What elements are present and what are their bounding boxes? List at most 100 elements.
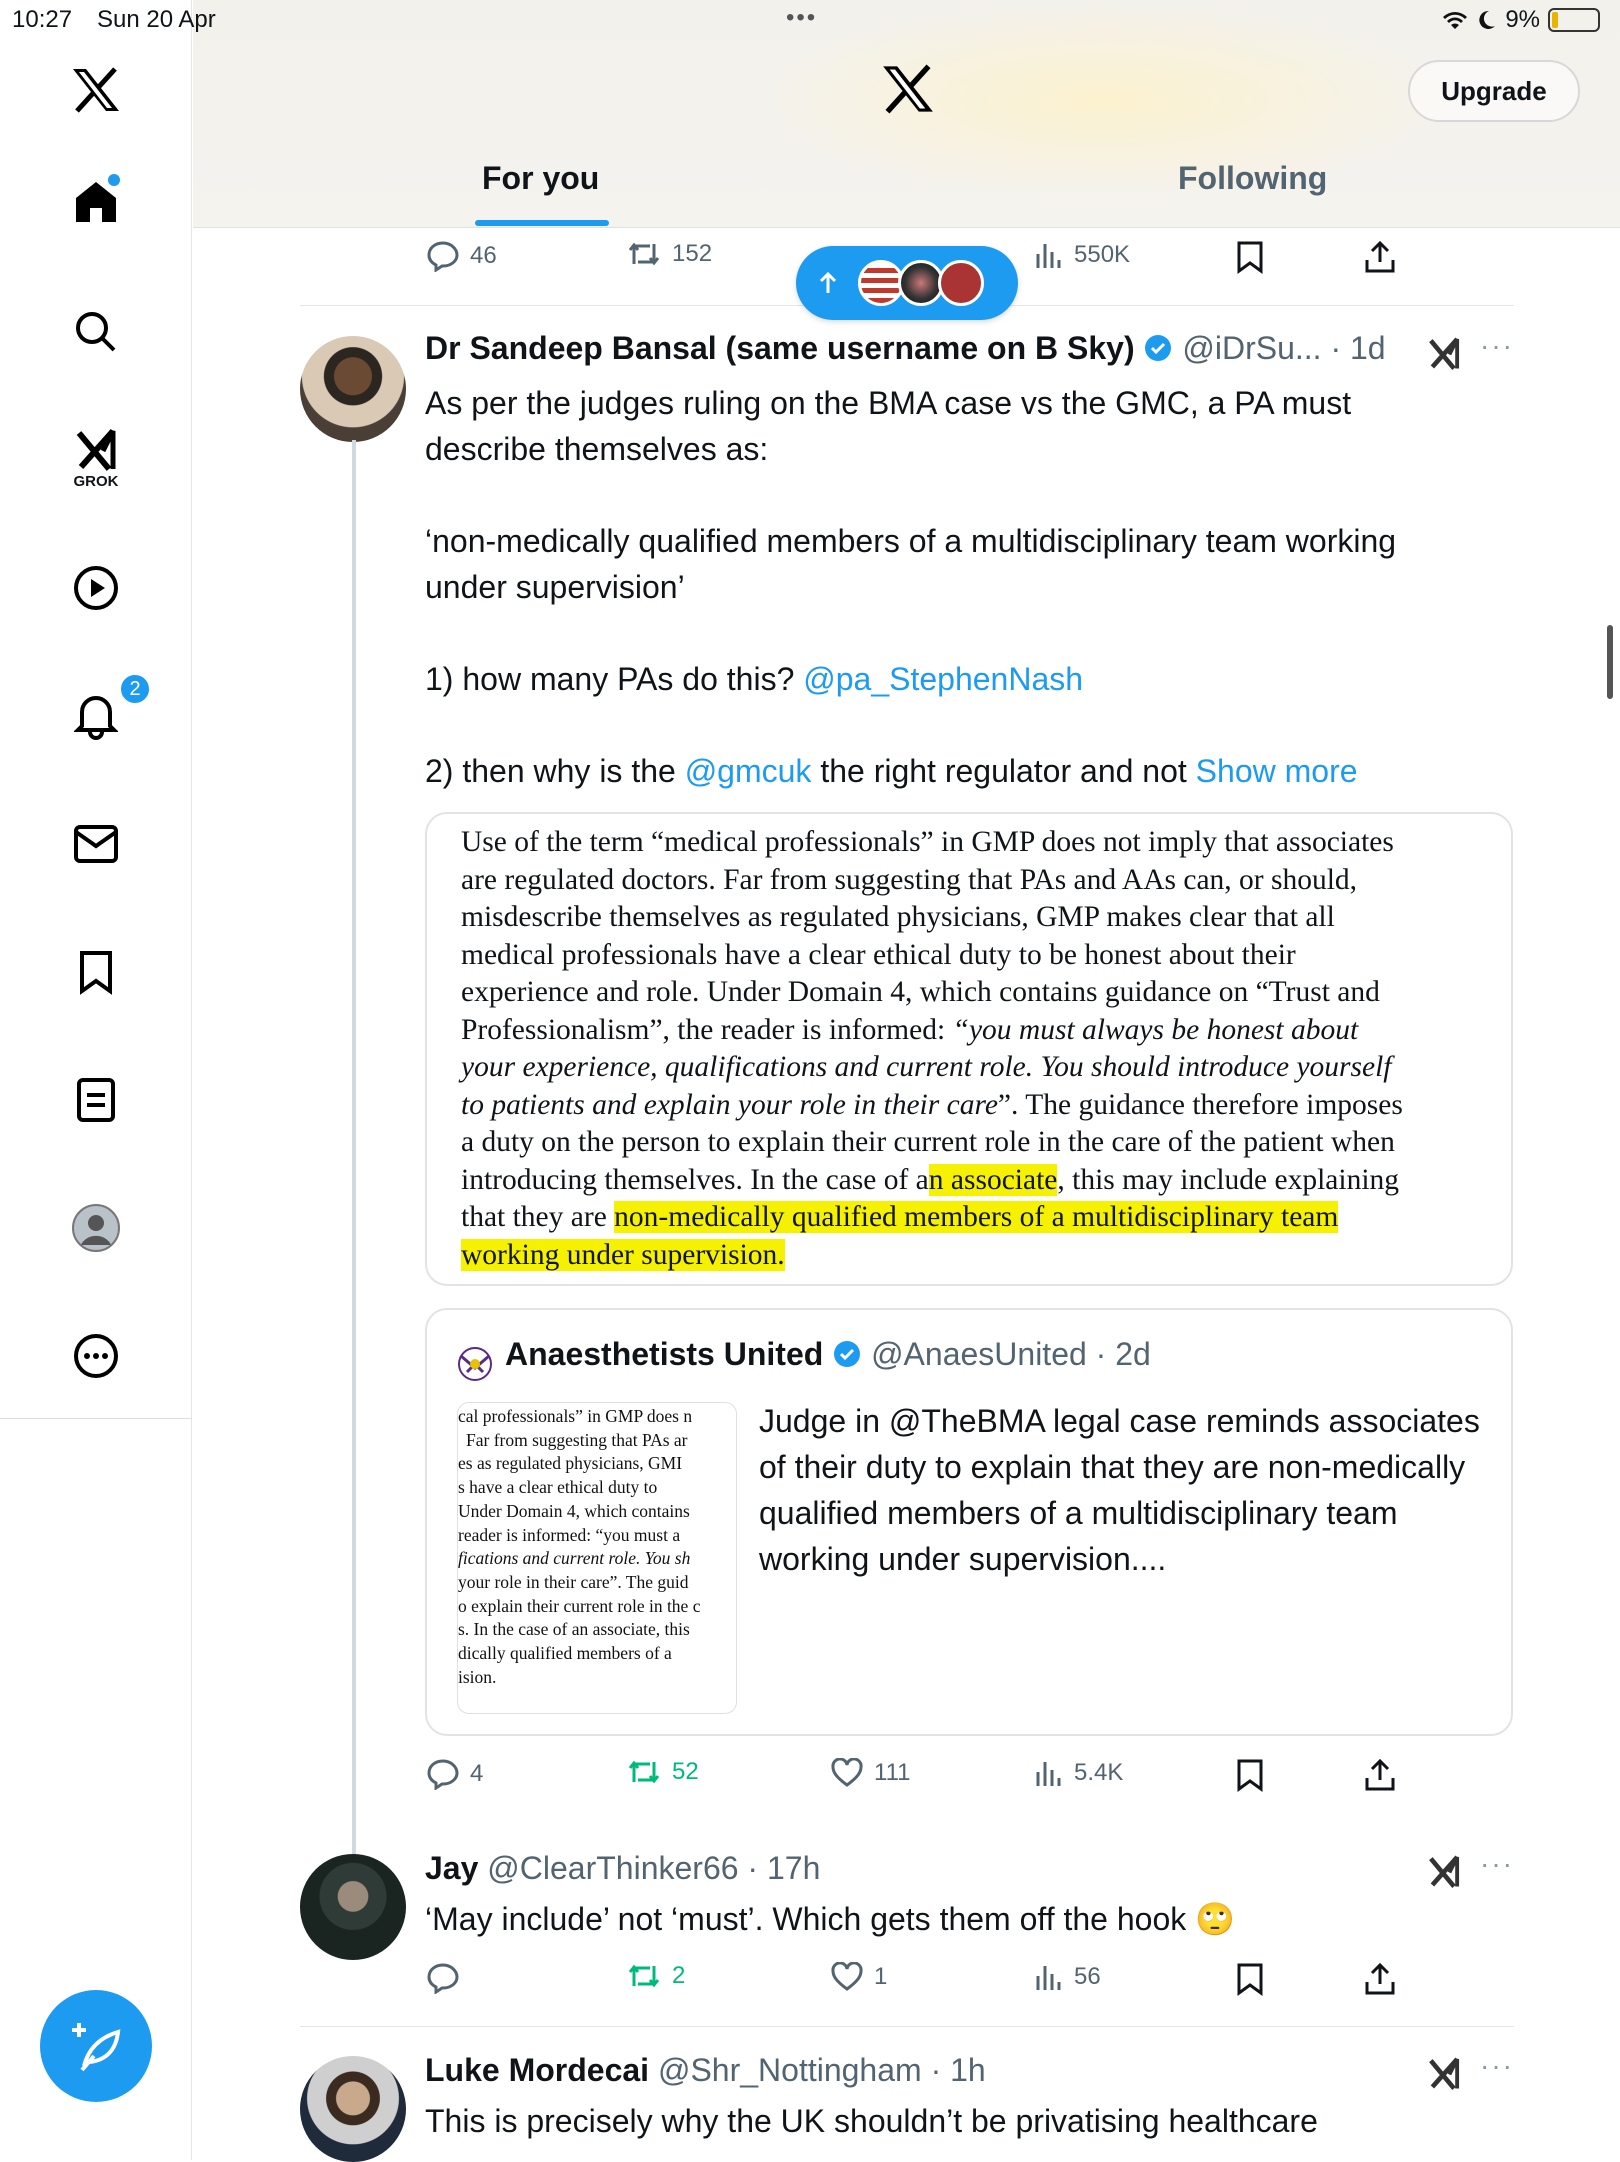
views-button[interactable]: 5.4K	[1034, 1758, 1123, 1788]
wifi-icon	[1443, 12, 1468, 29]
mention-link[interactable]: @gmcuk	[685, 753, 812, 789]
image-text-line: introducing themselves. In the case of a	[461, 1163, 929, 1196]
grok-icon[interactable]	[1426, 336, 1462, 370]
views-button[interactable]: 550K	[1034, 240, 1130, 270]
sidebar-item-video[interactable]	[56, 548, 136, 628]
repost-button[interactable]: 2	[626, 1962, 685, 1990]
sidebar-item-profile[interactable]	[56, 1188, 136, 1268]
compose-feather-icon	[72, 2023, 121, 2072]
reply-button[interactable]: 4	[426, 1758, 483, 1790]
image-text-line: are regulated doctors. Far from suggesti…	[461, 863, 1358, 896]
multitasking-dots-icon[interactable]: •••	[786, 4, 817, 32]
share-button[interactable]	[1364, 1758, 1396, 1792]
avatar[interactable]	[300, 2056, 406, 2162]
image-text-line: a duty on the person to explain their cu…	[461, 1126, 1395, 1158]
sidebar-x-logo[interactable]	[56, 50, 136, 130]
post-more-icon[interactable]: ···	[1480, 2050, 1514, 2082]
sidebar-item-more[interactable]	[56, 1316, 136, 1396]
new-posts-pill[interactable]	[796, 246, 1018, 320]
grok-icon[interactable]	[1426, 2056, 1462, 2090]
quoted-image-thumbnail[interactable]: cal professionals” in GMP does n Far fro…	[457, 1402, 737, 1714]
post-image[interactable]: Use of the term “medical professionals” …	[425, 812, 1513, 1286]
x-logo-icon	[883, 64, 933, 114]
avatar[interactable]	[300, 1854, 406, 1960]
thread-line	[352, 440, 356, 1855]
image-text-line: o explain their current role in the c	[458, 1595, 701, 1616]
upgrade-button[interactable]: Upgrade	[1408, 60, 1580, 122]
quoted-post[interactable]: Anaesthetists United @AnaesUnited · 2d c…	[425, 1308, 1513, 1736]
tweet-author[interactable]: Jay @ClearThinker66 · 17h	[425, 1850, 820, 1887]
mention-link[interactable]: @pa_StephenNash	[803, 661, 1083, 697]
views-icon	[1036, 1966, 1061, 1990]
author-name[interactable]: Luke Mordecai	[425, 2052, 649, 2088]
quoted-text: Judge in @TheBMA legal case reminds asso…	[759, 1403, 1480, 1577]
image-text-line: misdescribe themselves as regulated phys…	[461, 901, 1335, 933]
image-text-line: your role in their care”. The guid	[458, 1571, 689, 1592]
heart-icon	[831, 1962, 863, 1991]
sidebar-item-home[interactable]	[56, 162, 136, 242]
sidebar-item-bookmarks[interactable]	[56, 932, 136, 1012]
like-button[interactable]: 1	[830, 1962, 887, 1992]
tweet-author[interactable]: Dr Sandeep Bansal (same username on B Sk…	[425, 330, 1386, 367]
repost-button[interactable]: 52	[626, 1758, 699, 1786]
avatar[interactable]	[300, 336, 406, 442]
author-name[interactable]: Anaesthetists United	[505, 1336, 823, 1372]
sidebar-item-notifications[interactable]: 2	[56, 672, 152, 756]
post-more-icon[interactable]: ···	[1480, 330, 1514, 362]
scrollbar[interactable]	[1607, 625, 1613, 699]
heart-icon	[831, 1758, 863, 1787]
post-time[interactable]: · 1d	[1330, 330, 1385, 366]
share-icon	[1365, 1758, 1395, 1791]
author-name[interactable]: Dr Sandeep Bansal (same username on B Sk…	[425, 330, 1135, 366]
reply-icon	[427, 1963, 459, 1994]
post-more-icon[interactable]: ···	[1480, 1848, 1514, 1880]
reply-button[interactable]	[426, 1962, 460, 1994]
tweet-text: This is precisely why the UK shouldn’t b…	[425, 2103, 1318, 2139]
image-text-line: s. In the case of an associate, this	[458, 1619, 690, 1640]
author-name[interactable]: Jay	[425, 1850, 478, 1886]
repost-button[interactable]: 152	[626, 240, 712, 268]
tab-for-you[interactable]: For you	[482, 160, 599, 197]
repost-icon	[628, 1760, 660, 1784]
sidebar-item-search[interactable]	[56, 292, 136, 372]
post-time[interactable]: · 17h	[747, 1850, 820, 1886]
sidebar-nav: GROK 2	[0, 0, 192, 2160]
bookmark-button[interactable]	[1236, 1962, 1264, 1996]
tweet-line: under supervision’	[425, 569, 685, 605]
views-count: 56	[1074, 1963, 1101, 1990]
sidebar-item-messages[interactable]	[56, 804, 136, 884]
quoted-author[interactable]: Anaesthetists United @AnaesUnited · 2d	[505, 1336, 1151, 1373]
image-text-line: s have a clear ethical duty to	[458, 1477, 658, 1498]
reply-button[interactable]: 46	[426, 240, 497, 272]
tweet-text: ‘May include’ not ‘must’. Which gets the…	[425, 1901, 1235, 1937]
more-circle-icon	[74, 1334, 118, 1378]
grok-icon[interactable]	[1426, 1854, 1462, 1888]
views-button[interactable]: 56	[1034, 1962, 1101, 1992]
sidebar-item-grok[interactable]: GROK	[56, 418, 136, 498]
post-time[interactable]: · 1h	[931, 2052, 986, 2088]
bookmark-button[interactable]	[1236, 240, 1264, 274]
highlighted-text: n associate	[928, 1163, 1058, 1196]
like-button[interactable]: 111	[830, 1758, 910, 1788]
tweet-author[interactable]: Luke Mordecai @Shr_Nottingham · 1h	[425, 2052, 986, 2089]
grok-label: GROK	[73, 472, 119, 490]
tab-following[interactable]: Following	[1178, 160, 1327, 197]
status-bar: 10:27 Sun 20 Apr ••• 9%	[0, 0, 1620, 40]
bookmark-icon	[80, 951, 112, 995]
share-button[interactable]	[1364, 240, 1396, 274]
image-text-line: Under Domain 4, which contains	[458, 1500, 690, 1521]
show-more-link[interactable]: Show more	[1196, 753, 1358, 789]
avatar[interactable]	[457, 1346, 493, 1382]
sidebar-item-lists[interactable]	[56, 1060, 136, 1140]
header-divider	[193, 227, 1620, 228]
author-handle[interactable]: @AnaesUnited	[871, 1336, 1087, 1372]
author-handle[interactable]: @iDrSu...	[1182, 330, 1321, 366]
compose-post-button[interactable]	[40, 1990, 152, 2102]
views-icon	[1036, 1762, 1061, 1786]
image-text-line: dically qualified members of a	[458, 1643, 672, 1664]
views-icon	[1036, 244, 1061, 268]
author-handle[interactable]: @ClearThinker66	[487, 1850, 738, 1886]
author-handle[interactable]: @Shr_Nottingham	[658, 2052, 922, 2088]
bookmark-button[interactable]	[1236, 1758, 1264, 1792]
share-button[interactable]	[1364, 1962, 1396, 1996]
